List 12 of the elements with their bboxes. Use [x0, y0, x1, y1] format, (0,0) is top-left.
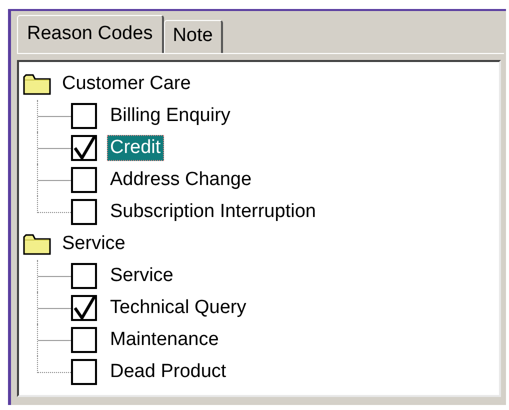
tree-item[interactable]: Subscription Interruption — [107, 199, 319, 225]
tree-item[interactable]: Customer Care — [62, 73, 191, 95]
tree-item[interactable]: Service — [62, 233, 126, 255]
tree-item[interactable]: Dead Product — [107, 359, 230, 385]
tree-item[interactable]: Address Change — [107, 167, 255, 193]
tree-item[interactable]: Technical Query — [107, 295, 250, 321]
tree-item[interactable]: Credit — [107, 135, 164, 161]
tree-item[interactable]: Maintenance — [107, 327, 222, 353]
tree-item[interactable]: Billing Enquiry — [107, 103, 234, 129]
tree-item[interactable]: Service — [107, 263, 176, 289]
tab[interactable]: Note — [164, 20, 223, 53]
tab[interactable]: Reason Codes — [17, 15, 164, 53]
